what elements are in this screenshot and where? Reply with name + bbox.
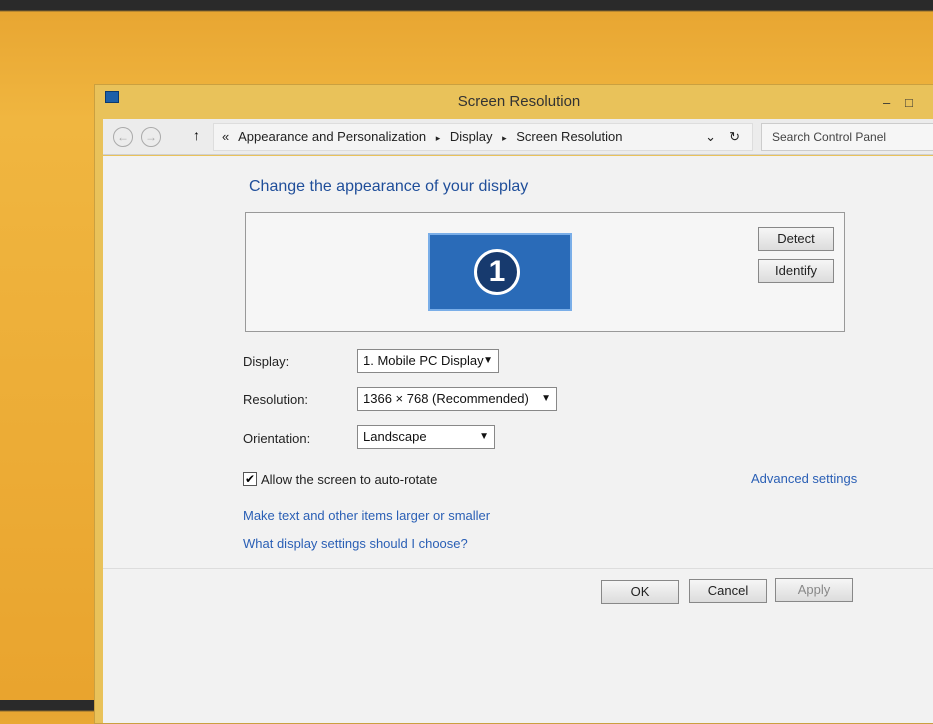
- screen-resolution-window: Screen Resolution – □ ← → ↑ « Appearance…: [94, 84, 933, 724]
- detect-button[interactable]: Detect: [758, 227, 834, 251]
- breadcrumb[interactable]: « Appearance and Personalization ▸ Displ…: [213, 123, 753, 151]
- divider: [103, 568, 933, 569]
- display-select[interactable]: 1. Mobile PC Display ▼: [357, 349, 499, 373]
- title-bar: Screen Resolution – □: [95, 85, 933, 119]
- overflow-icon[interactable]: «: [222, 129, 229, 144]
- maximize-button[interactable]: □: [905, 95, 913, 110]
- search-input[interactable]: Search Control Panel: [761, 123, 933, 151]
- orientation-select[interactable]: Landscape ▼: [357, 425, 495, 449]
- crumb-display[interactable]: Display: [450, 129, 493, 144]
- monitor-1[interactable]: 1: [428, 233, 572, 311]
- autorotate-label[interactable]: Allow the screen to auto-rotate: [261, 472, 437, 487]
- display-value: 1. Mobile PC Display: [363, 353, 484, 368]
- chevron-right-icon: ▸: [435, 133, 441, 143]
- chevron-right-icon: ▸: [502, 133, 507, 143]
- monitor-number: 1: [474, 249, 520, 295]
- text-size-link[interactable]: Make text and other items larger or smal…: [243, 508, 490, 523]
- crumb-appearance[interactable]: Appearance and Personalization: [238, 129, 426, 144]
- orientation-label: Orientation:: [243, 431, 311, 446]
- ok-button[interactable]: OK: [601, 580, 679, 604]
- address-bar: ← → ↑ « Appearance and Personalization ▸…: [103, 119, 933, 155]
- display-preview: 1 Detect Identify: [245, 212, 845, 332]
- advanced-settings-link[interactable]: Advanced settings: [751, 471, 857, 486]
- minimize-button[interactable]: –: [883, 95, 890, 110]
- forward-button[interactable]: →: [141, 127, 161, 147]
- cancel-button[interactable]: Cancel: [689, 579, 767, 603]
- display-label: Display:: [243, 354, 290, 369]
- chevron-down-icon: ▼: [541, 393, 551, 404]
- resolution-label: Resolution:: [243, 392, 309, 407]
- resolution-select[interactable]: 1366 × 768 (Recommended) ▼: [357, 387, 557, 411]
- display-help-link[interactable]: What display settings should I choose?: [243, 536, 468, 551]
- identify-button[interactable]: Identify: [758, 259, 834, 283]
- autorotate-checkbox[interactable]: ✔: [243, 472, 257, 486]
- refresh-icon[interactable]: ↻: [729, 124, 740, 150]
- orientation-value: Landscape: [363, 429, 427, 444]
- content-area: Change the appearance of your display 1 …: [103, 156, 933, 723]
- back-button[interactable]: ←: [113, 127, 133, 147]
- window-title: Screen Resolution: [457, 93, 581, 110]
- chevron-down-icon: ▼: [483, 355, 493, 366]
- page-title: Change the appearance of your display: [249, 178, 529, 195]
- chevron-down-icon[interactable]: ⌄: [705, 124, 716, 150]
- crumb-screen-resolution[interactable]: Screen Resolution: [516, 129, 622, 144]
- apply-button[interactable]: Apply: [775, 578, 853, 602]
- resolution-value: 1366 × 768 (Recommended): [363, 391, 529, 406]
- up-button[interactable]: ↑: [193, 127, 200, 143]
- chevron-down-icon: ▼: [479, 431, 489, 442]
